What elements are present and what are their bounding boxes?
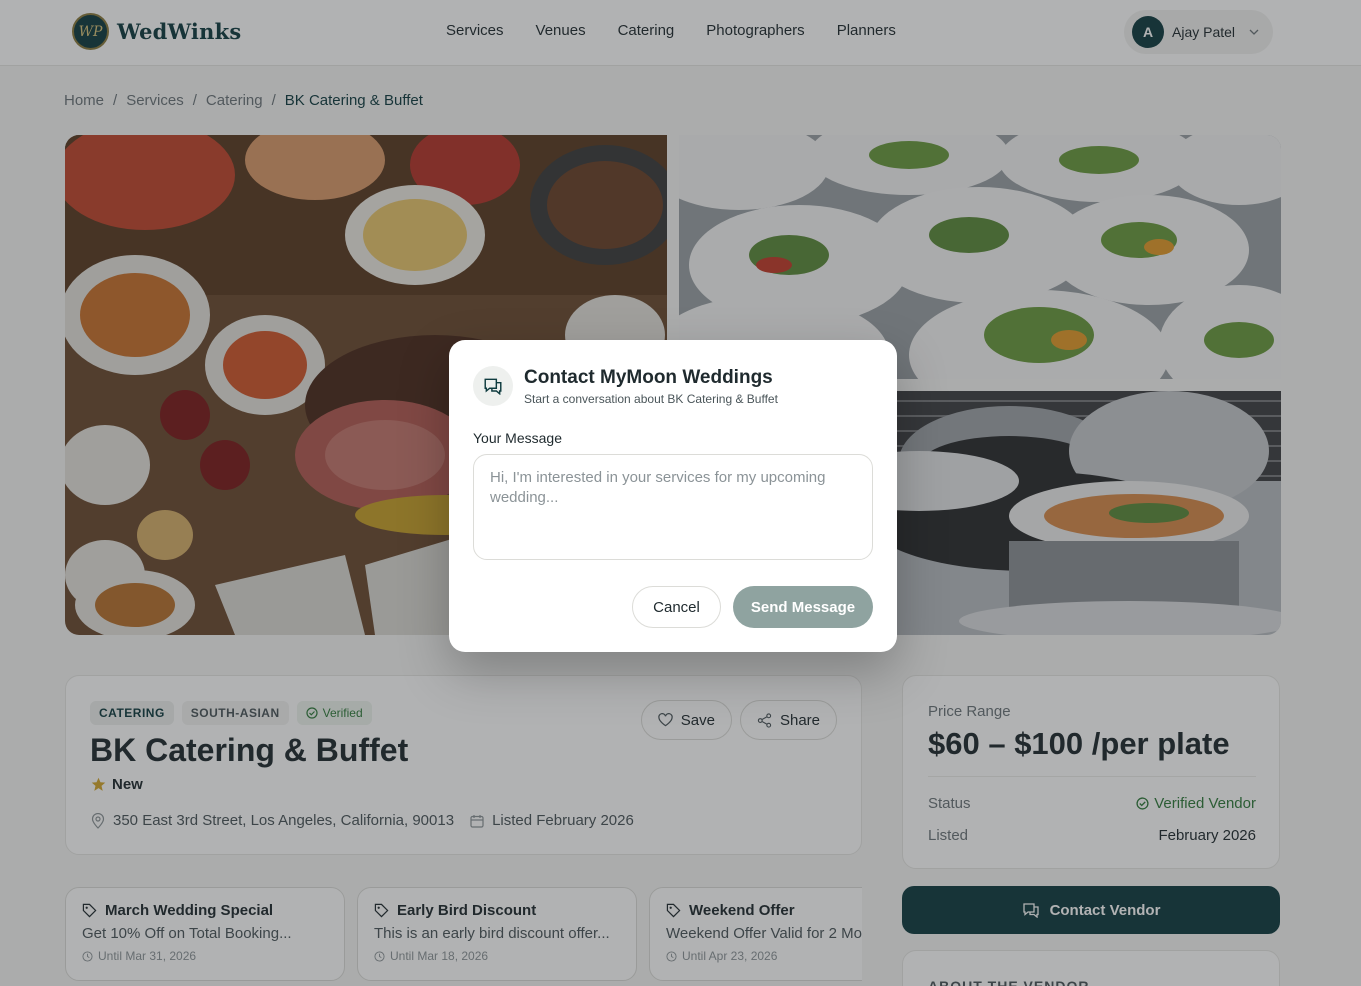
chat-icon	[473, 366, 513, 406]
modal-title: Contact MyMoon Weddings	[524, 367, 773, 388]
message-input[interactable]	[473, 454, 873, 560]
send-message-button[interactable]: Send Message	[733, 586, 873, 628]
modal-subtitle: Start a conversation about BK Catering &…	[524, 392, 778, 406]
message-label: Your Message	[473, 430, 562, 446]
cancel-button[interactable]: Cancel	[632, 586, 721, 628]
contact-modal: Contact MyMoon Weddings Start a conversa…	[449, 340, 897, 652]
